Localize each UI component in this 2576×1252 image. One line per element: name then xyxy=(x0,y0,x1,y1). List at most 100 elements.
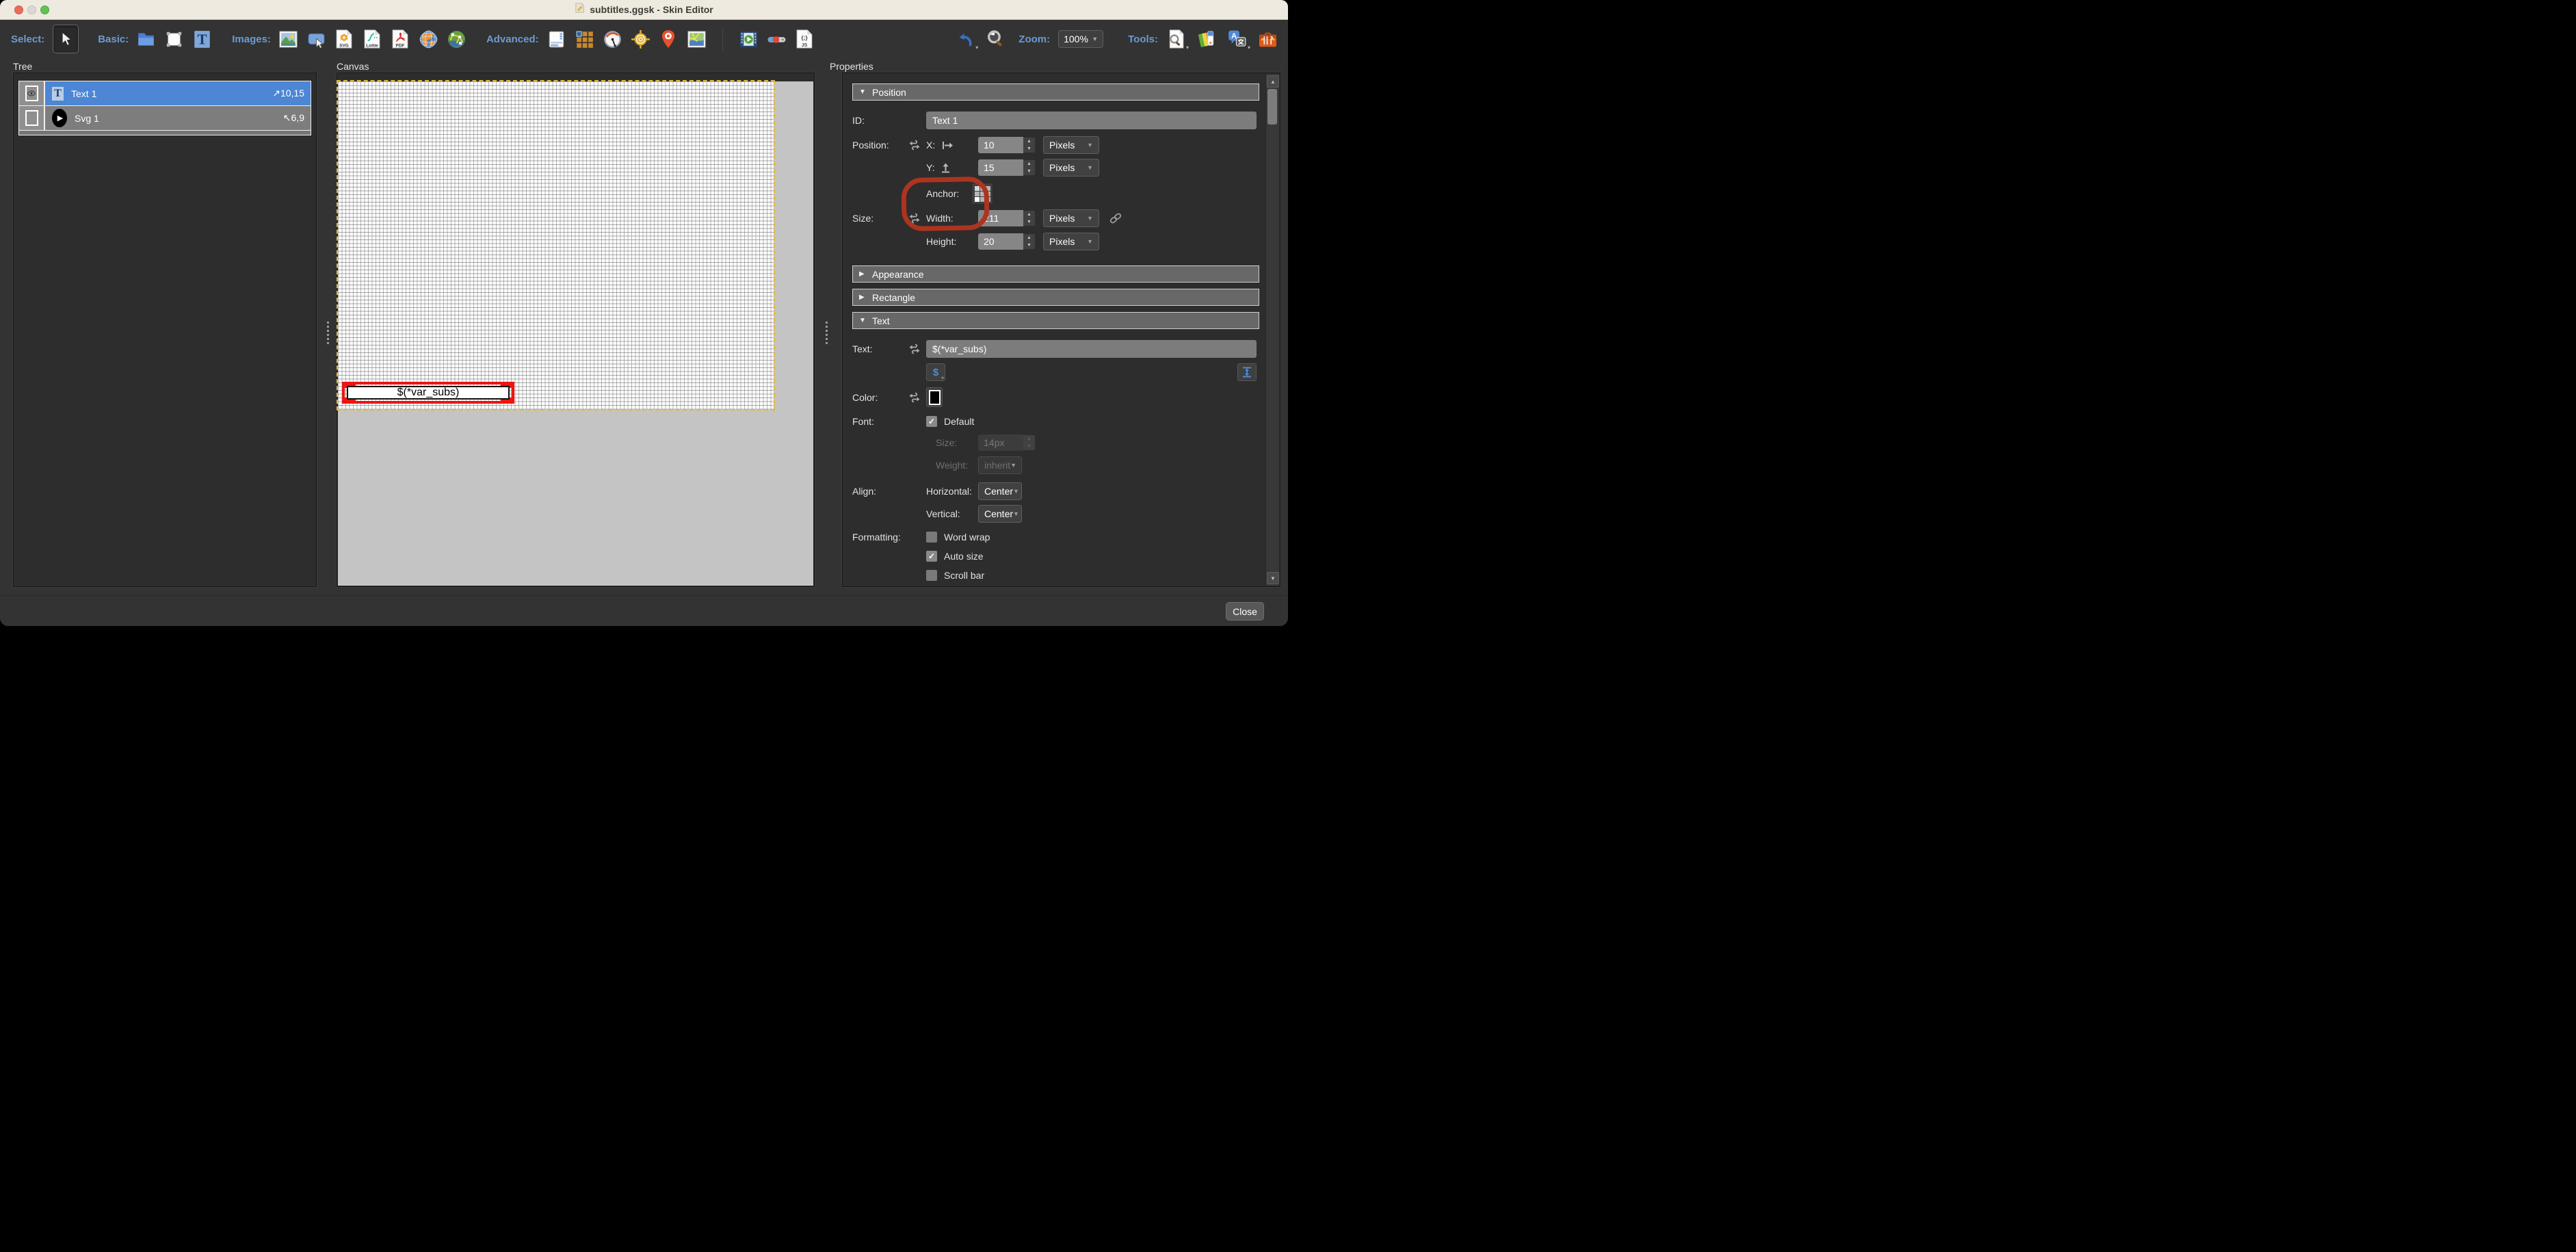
map-pin-tool-button[interactable] xyxy=(659,30,678,49)
inspect-tool-button[interactable]: ▾ xyxy=(1166,30,1185,49)
size-bind-button[interactable] xyxy=(908,213,926,224)
button-tool-button[interactable] xyxy=(307,30,326,49)
svg-file-icon: SVG xyxy=(336,29,352,49)
text-tool-button[interactable]: T xyxy=(193,30,211,49)
lottie-tool-button[interactable]: Lottie xyxy=(363,30,382,49)
listview-tool-button[interactable] xyxy=(547,30,566,49)
visibility-cell[interactable] xyxy=(19,81,45,105)
tree-row-text1[interactable]: T Text 1 ↗10,15 xyxy=(19,81,311,105)
x-unit-select[interactable]: Pixels▼ xyxy=(1043,136,1099,154)
undo-button[interactable]: ▾ xyxy=(956,30,974,49)
from-left-icon xyxy=(942,141,954,150)
image-icon xyxy=(279,31,298,48)
tree-row-svg1[interactable]: ▶ Svg 1 ↖6,9 xyxy=(19,105,311,130)
toolbox-tool-button[interactable] xyxy=(1259,30,1277,49)
scroll-down-button[interactable]: ▼ xyxy=(1267,572,1279,584)
section-header-appearance[interactable]: ▶ Appearance xyxy=(852,265,1259,283)
target-tool-button[interactable] xyxy=(631,30,650,49)
properties-scrollbar[interactable]: ▲ ▼ xyxy=(1265,74,1279,586)
section-header-rectangle[interactable]: ▶ Rectangle xyxy=(852,289,1259,306)
x-input[interactable] xyxy=(978,137,1023,153)
visibility-cell[interactable] xyxy=(19,106,45,130)
tree-panel-title: Tree xyxy=(13,61,32,72)
visibility-checkbox-unchecked[interactable] xyxy=(25,110,38,126)
width-unit-select[interactable]: Pixels▼ xyxy=(1043,209,1099,227)
select-tool-button[interactable] xyxy=(53,25,79,53)
text-value-input[interactable] xyxy=(926,340,1257,358)
width-spinner[interactable]: ▲▼ xyxy=(1023,210,1036,226)
network-globe-icon xyxy=(447,30,466,49)
tree-canvas-splitter[interactable] xyxy=(326,322,330,344)
container-tool-button[interactable] xyxy=(137,30,155,49)
x-label: X: xyxy=(926,140,978,151)
position-bind-button[interactable] xyxy=(908,140,926,151)
vertical-align-select[interactable]: Center▼ xyxy=(978,505,1022,523)
zoom-tool-button[interactable] xyxy=(986,30,1005,49)
rectangle-tool-button[interactable] xyxy=(165,30,183,49)
canvas-properties-splitter[interactable] xyxy=(825,322,828,344)
svg-text:SVG: SVG xyxy=(340,43,350,48)
video-tool-button[interactable] xyxy=(739,30,758,49)
y-input[interactable] xyxy=(978,159,1023,176)
font-size-input xyxy=(978,434,1023,451)
font-default-checkbox[interactable]: ✓ xyxy=(926,416,937,427)
canvas-backdrop[interactable]: $(*var_subs) xyxy=(338,81,813,586)
section-header-position[interactable]: ▼ Position xyxy=(852,83,1259,101)
swatches-tool-button[interactable] xyxy=(1197,30,1215,49)
y-unit-select[interactable]: Pixels▼ xyxy=(1043,159,1099,177)
anchor-grid-button[interactable] xyxy=(971,183,993,205)
text-element[interactable]: $(*var_subs) xyxy=(347,386,510,400)
scroll-bar-checkbox[interactable] xyxy=(926,570,937,581)
undo-caret[interactable]: ▾ xyxy=(975,44,978,51)
link-dimensions-button[interactable] xyxy=(1109,212,1122,224)
height-input[interactable] xyxy=(978,233,1023,250)
scrollbar-thumb[interactable] xyxy=(1267,89,1277,125)
insert-variable-button[interactable]: $ ▾ xyxy=(926,363,945,381)
globe-tool-button[interactable] xyxy=(419,30,438,49)
text-color-swatch[interactable] xyxy=(926,387,943,407)
section-header-text[interactable]: ▼ Text xyxy=(852,312,1259,329)
translate-tool-button[interactable]: A ▾ xyxy=(1228,30,1246,49)
translate-caret[interactable]: ▾ xyxy=(1248,44,1250,51)
cursor-icon xyxy=(58,31,73,47)
id-input[interactable] xyxy=(926,112,1257,129)
toolbox-icon xyxy=(1259,29,1277,49)
map-tool-button[interactable] xyxy=(687,30,706,49)
color-bind-button[interactable] xyxy=(908,392,926,403)
svg-text:JS: JS xyxy=(802,43,808,48)
width-input[interactable] xyxy=(978,210,1023,226)
y-spinner[interactable]: ▲▼ xyxy=(1023,159,1036,176)
scroll-up-button[interactable]: ▲ xyxy=(1267,75,1279,88)
gauge-tool-button[interactable] xyxy=(603,30,622,49)
bind-variable-icon xyxy=(908,392,921,403)
zoom-level-select[interactable]: 100% ▼ xyxy=(1058,30,1103,48)
x-spinner[interactable]: ▲▼ xyxy=(1023,137,1036,153)
pdf-tool-button[interactable]: PDF xyxy=(391,30,410,49)
height-label: Height: xyxy=(926,236,978,247)
text-bind-button[interactable] xyxy=(908,343,926,354)
height-spinner[interactable]: ▲▼ xyxy=(1023,233,1036,250)
svg-tool-button[interactable]: SVG xyxy=(335,30,354,49)
image-tool-button[interactable] xyxy=(279,30,298,49)
canvas-panel: $(*var_subs) xyxy=(337,73,815,587)
expand-text-editor-button[interactable] xyxy=(1237,363,1257,381)
tree-scroll-strip xyxy=(18,131,311,135)
titlebar: subtitles.ggsk - Skin Editor xyxy=(0,0,1288,20)
video-icon xyxy=(739,31,758,48)
close-button[interactable]: Close xyxy=(1226,602,1264,621)
inspect-caret[interactable]: ▾ xyxy=(1186,44,1189,51)
visibility-checkbox-checked[interactable] xyxy=(25,86,38,101)
width-label: Width: xyxy=(926,213,978,224)
slider-tool-button[interactable] xyxy=(767,30,786,49)
map-pin-icon xyxy=(660,29,676,49)
font-size-spinner: ▲▼ xyxy=(1023,434,1036,451)
js-tool-button[interactable]: {;}JS xyxy=(796,30,814,49)
network-tool-button[interactable] xyxy=(447,30,466,49)
height-unit-select[interactable]: Pixels▼ xyxy=(1043,233,1099,250)
horizontal-align-select[interactable]: Center▼ xyxy=(978,482,1022,500)
auto-size-checkbox[interactable]: ✓ xyxy=(926,551,937,562)
selected-element-outline[interactable]: $(*var_subs) xyxy=(342,382,514,404)
word-wrap-checkbox[interactable] xyxy=(926,532,937,543)
grid-tool-button[interactable] xyxy=(575,30,594,49)
skin-grid-area[interactable]: $(*var_subs) xyxy=(338,81,774,409)
